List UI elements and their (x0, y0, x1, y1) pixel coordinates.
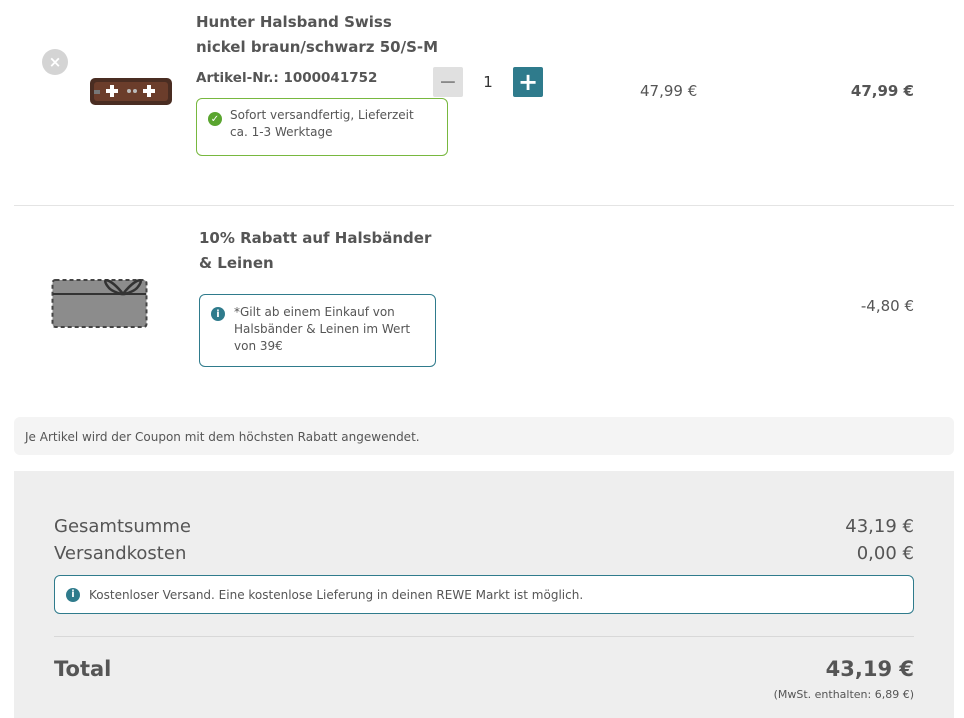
line-total-price: 47,99 € (850, 82, 914, 100)
article-number-label: Artikel-Nr.: (196, 70, 279, 86)
subtotal-label: Gesamtsumme (54, 516, 191, 537)
coupon-title-line: & Leinen (199, 254, 274, 272)
article-number: Artikel-Nr.: 1000041752 (196, 70, 377, 86)
plus-icon: + (517, 68, 539, 96)
minus-icon: − (438, 69, 458, 95)
total-value: 43,19 € (825, 657, 914, 681)
row-divider (14, 205, 954, 206)
availability-text: Sofort versandfertig, Lieferzeit (230, 108, 414, 122)
availability-text: ca. 1-3 Werktage (230, 125, 333, 139)
summary-divider (54, 636, 914, 637)
coupon-info-text: von 39€ (234, 339, 283, 353)
coupon-title: 10% Rabatt auf Halsbänder & Leinen (199, 226, 431, 276)
availability-box: ✓ Sofort versandfertig, Lieferzeit ca. 1… (196, 98, 448, 156)
coupon-info-text: *Gilt ab einem Einkauf von (234, 305, 395, 319)
vat-note: (MwSt. enthalten: 6,89 €) (773, 688, 914, 701)
coupon-discount: -4,80 € (860, 297, 914, 315)
check-circle-icon: ✓ (208, 112, 222, 126)
remove-item-button[interactable]: × (42, 49, 68, 75)
gift-card-icon (51, 279, 148, 328)
unit-price: 47,99 € (640, 82, 698, 100)
subtotal-value: 43,19 € (845, 516, 914, 537)
coupon-info-box: i *Gilt ab einem Einkauf von Halsbänder … (199, 294, 436, 367)
info-circle-icon: i (211, 307, 225, 321)
product-image (90, 78, 172, 105)
info-circle-icon: i (66, 588, 80, 602)
product-title[interactable]: Hunter Halsband Swiss nickel braun/schwa… (196, 10, 438, 60)
total-label: Total (54, 657, 112, 681)
coupon-note: Je Artikel wird der Coupon mit dem höchs… (14, 417, 954, 455)
shipping-label: Versandkosten (54, 543, 187, 564)
shipping-value: 0,00 € (856, 543, 914, 564)
increase-quantity-button[interactable]: + (513, 67, 543, 97)
close-icon: × (48, 53, 62, 71)
coupon-info-text: Halsbänder & Leinen im Wert (234, 322, 411, 336)
product-title-line: Hunter Halsband Swiss (196, 13, 392, 31)
decrease-quantity-button[interactable]: − (433, 67, 463, 97)
shipping-info-text: Kostenloser Versand. Eine kostenlose Lie… (89, 588, 584, 602)
coupon-title-line: 10% Rabatt auf Halsbänder (199, 229, 432, 247)
product-title-line: nickel braun/schwarz 50/S-M (196, 38, 439, 56)
quantity-value[interactable]: 1 (478, 73, 498, 91)
shipping-info-box: i Kostenloser Versand. Eine kostenlose L… (54, 575, 914, 614)
article-number-value: 1000041752 (283, 70, 378, 86)
